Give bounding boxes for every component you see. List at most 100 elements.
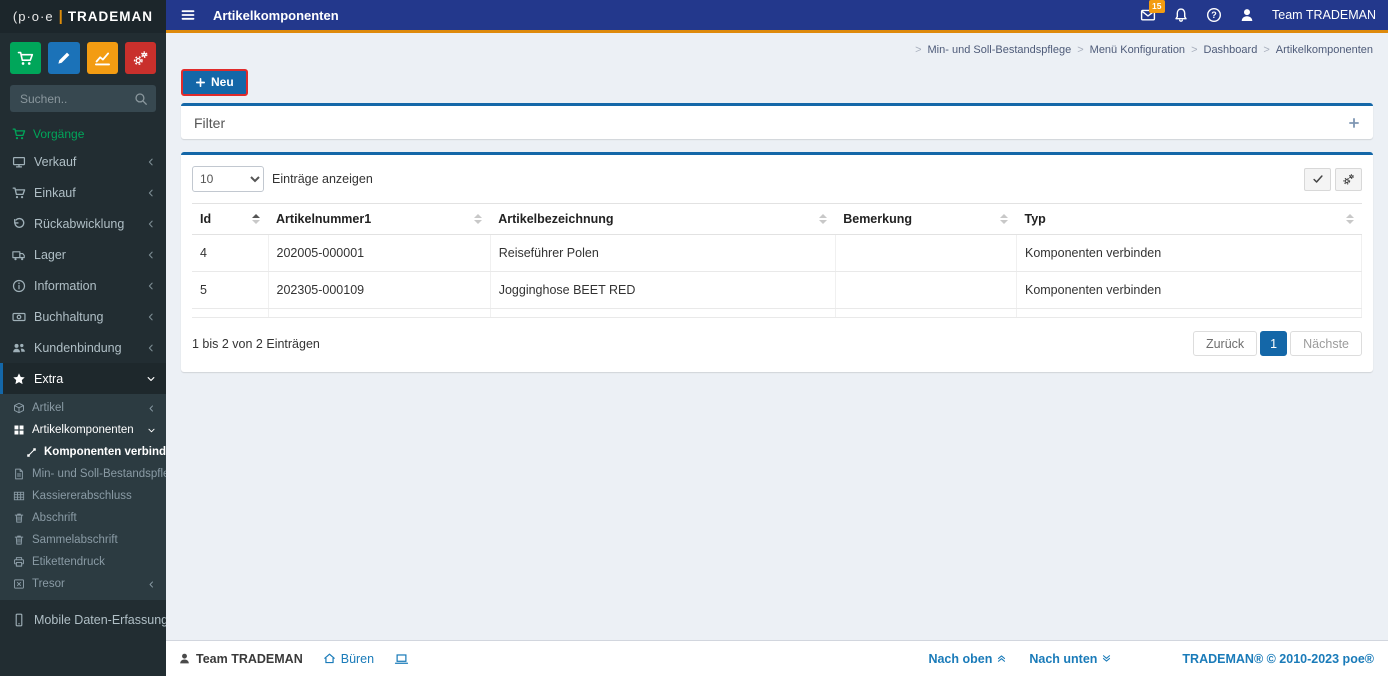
sidebar-item-information[interactable]: Information (0, 270, 166, 301)
breadcrumb-separator: > (1191, 44, 1198, 56)
footer-workstation-button[interactable] (394, 652, 409, 666)
table-controls: 10 Einträge anzeigen (192, 166, 1362, 192)
grid-icon (13, 424, 25, 436)
sidebar-item-extra[interactable]: Extra (0, 363, 166, 394)
footer-user-label: Team TRADEMAN (196, 651, 303, 666)
messages-button[interactable]: 15 (1140, 0, 1165, 23)
cell-id: 5 (192, 271, 269, 309)
submenu-item-etikettendruck[interactable]: Etikettendruck (0, 551, 166, 573)
submenu-item-sammelabschrift[interactable]: Sammelabschrift (0, 529, 166, 551)
submenu-item-min-soll-bestandspflege[interactable]: Min- und Soll-Bestandspflege (0, 463, 166, 485)
submenu-item-abschrift[interactable]: Abschrift (0, 507, 166, 529)
sidebar-item-einkauf[interactable]: Einkauf (0, 177, 166, 208)
help-button[interactable] (1206, 7, 1222, 23)
brand-logo[interactable]: (p·o·e | TRADEMAN (0, 0, 166, 33)
search-input[interactable] (18, 90, 134, 107)
pagination-page-1[interactable]: 1 (1260, 331, 1288, 356)
submenu-item-komponenten-verbinden[interactable]: Komponenten verbinden (0, 441, 166, 463)
cell-artikelnummer1: 202005-000001 (268, 234, 491, 272)
select-columns-button[interactable] (1304, 167, 1331, 191)
pagination-prev-button[interactable]: Zurück (1192, 331, 1258, 356)
submenu-item-artikelkomponenten[interactable]: Artikelkomponenten (0, 419, 166, 441)
pencil-icon (56, 50, 72, 66)
notifications-button[interactable] (1173, 7, 1189, 23)
sidebar-item-mobile-daten-erfassung[interactable]: Mobile Daten-Erfassung (0, 604, 166, 635)
sidebar-item-label: Rückabwicklung (34, 216, 125, 231)
chevron-left-icon (146, 312, 156, 322)
new-button[interactable]: Neu (181, 69, 248, 96)
page-title: Artikelkomponenten (213, 7, 339, 23)
submenu-item-label: Artikel (32, 402, 64, 414)
cell-bemerkung (835, 234, 1017, 272)
filter-panel: Filter (181, 103, 1373, 139)
gears-icon (1342, 173, 1355, 186)
table-icon (13, 490, 25, 502)
submenu-item-tresor[interactable]: Tresor (0, 573, 166, 595)
topbar: Artikelkomponenten 15 Team TRADEMAN (166, 0, 1388, 33)
breadcrumb-item[interactable]: Min- und Soll-Bestandspflege (928, 44, 1072, 56)
column-header-typ[interactable]: Typ (1016, 203, 1362, 235)
breadcrumb-item[interactable]: Dashboard (1204, 44, 1258, 56)
submenu-item-label: Etikettendruck (32, 556, 105, 568)
sidebar-item-verkauf[interactable]: Verkauf (0, 146, 166, 177)
table-empty-row (192, 308, 1363, 318)
table-row[interactable]: 4 202005-000001 Reiseführer Polen Kompon… (192, 234, 1363, 272)
chevron-left-icon (146, 219, 156, 229)
user-name-label[interactable]: Team TRADEMAN (1272, 8, 1376, 22)
search-icon[interactable] (134, 92, 148, 106)
footer-location-label: Büren (340, 651, 375, 666)
messages-badge: 15 (1149, 0, 1165, 13)
quick-chart-button[interactable] (86, 42, 118, 74)
quick-settings-button[interactable] (124, 42, 156, 74)
scroll-to-bottom-link[interactable]: Nach unten (1029, 652, 1112, 666)
column-header-bemerkung[interactable]: Bemerkung (835, 203, 1017, 235)
table-row[interactable]: 5 202305-000109 Jogginghose BEET RED Kom… (192, 271, 1363, 309)
breadcrumb-separator: > (1077, 44, 1084, 56)
footer-location-link[interactable]: Büren (323, 652, 374, 666)
info-icon (12, 279, 26, 293)
column-header-artikelnummer1[interactable]: Artikelnummer1 (268, 203, 491, 235)
sort-icon (468, 214, 483, 224)
sort-icon (813, 214, 828, 224)
breadcrumb-item-current: Artikelkomponenten (1275, 44, 1373, 56)
sidebar-item-label: Mobile Daten-Erfassung (34, 612, 169, 627)
chevron-left-icon (146, 188, 156, 198)
logo-divider: | (58, 8, 63, 25)
double-chevron-up-icon (996, 653, 1007, 664)
quick-cart-button[interactable] (10, 42, 42, 74)
column-header-artikelbezeichnung[interactable]: Artikelbezeichnung (490, 203, 836, 235)
sidebar-item-lager[interactable]: Lager (0, 239, 166, 270)
hamburger-icon[interactable] (180, 7, 196, 23)
truck-icon (12, 248, 26, 262)
quick-edit-button[interactable] (48, 42, 80, 74)
submenu-item-label: Tresor (32, 578, 65, 590)
sidebar-item-label: Verkauf (34, 154, 77, 169)
submenu-item-kassiererabschluss[interactable]: Kassiererabschluss (0, 485, 166, 507)
submenu-item-label: Abschrift (32, 512, 77, 524)
column-header-id[interactable]: Id (192, 203, 269, 235)
footer: Team TRADEMAN Büren Nach oben Nach unten (166, 640, 1388, 676)
person-icon (178, 652, 191, 665)
table-settings-button[interactable] (1335, 167, 1362, 191)
submenu-item-label: Komponenten verbinden (44, 446, 166, 458)
filter-expand-button[interactable] (1348, 117, 1360, 129)
sidebar-item-label: Information (34, 278, 97, 293)
page-size-select[interactable]: 10 (192, 166, 264, 192)
content-area: > Min- und Soll-Bestandspflege > Menü Ko… (166, 33, 1388, 640)
breadcrumb-separator: > (1263, 44, 1270, 56)
submenu-item-artikel[interactable]: Artikel (0, 397, 166, 419)
mobile-icon (12, 613, 26, 627)
table-footer: 1 bis 2 von 2 Einträgen Zurück 1 Nächste (192, 331, 1362, 356)
cell-typ: Komponenten verbinden (1016, 234, 1363, 272)
sidebar-item-rueckabwicklung[interactable]: Rückabwicklung (0, 208, 166, 239)
user-menu-button[interactable] (1239, 7, 1255, 23)
topbar-actions: 15 Team TRADEMAN (1140, 0, 1376, 23)
sidebar-item-buchhaltung[interactable]: Buchhaltung (0, 301, 166, 332)
scroll-to-top-link[interactable]: Nach oben (928, 652, 1007, 666)
chevron-down-icon (146, 374, 156, 384)
sidebar: (p·o·e | TRADEMAN Vorgänge Verkauf Einka… (0, 0, 166, 676)
users-icon (12, 341, 26, 355)
pagination-next-button[interactable]: Nächste (1290, 331, 1362, 356)
sidebar-item-kundenbindung[interactable]: Kundenbindung (0, 332, 166, 363)
breadcrumb-item[interactable]: Menü Konfiguration (1090, 44, 1185, 56)
